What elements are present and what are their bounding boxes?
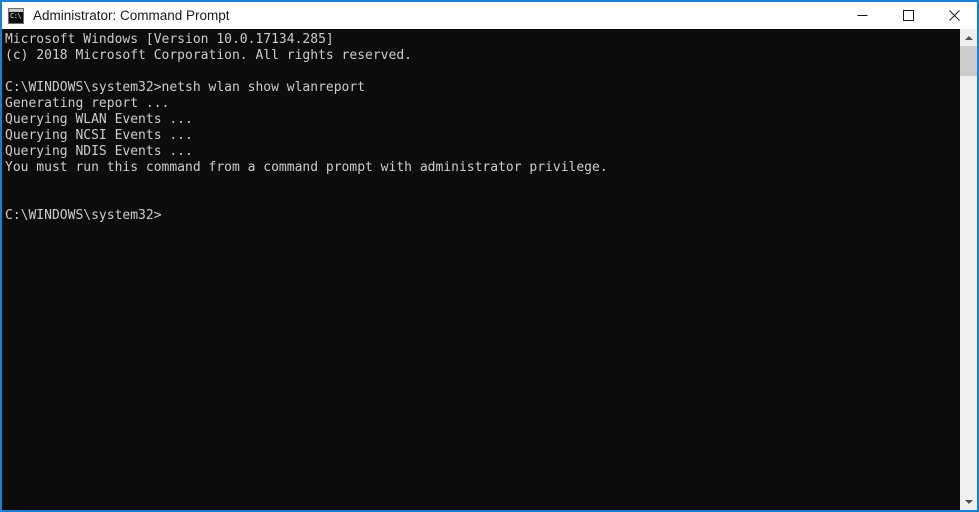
console-line: Querying NCSI Events ... bbox=[5, 128, 193, 143]
cmd-icon-glyph: C:\ bbox=[10, 11, 22, 20]
scrollbar-thumb[interactable] bbox=[960, 46, 977, 76]
close-icon bbox=[948, 10, 960, 21]
minimize-icon bbox=[857, 15, 867, 16]
console-output-area[interactable]: Microsoft Windows [Version 10.0.17134.28… bbox=[2, 29, 960, 510]
console-text: Microsoft Windows [Version 10.0.17134.28… bbox=[5, 32, 960, 224]
vertical-scrollbar[interactable] bbox=[960, 29, 977, 510]
window-controls bbox=[839, 2, 977, 29]
console-line: Microsoft Windows [Version 10.0.17134.28… bbox=[5, 32, 334, 47]
console-line: C:\WINDOWS\system32>netsh wlan show wlan… bbox=[5, 80, 366, 95]
cmd-icon: C:\ bbox=[8, 7, 24, 24]
window-title: Administrator: Command Prompt bbox=[33, 8, 230, 23]
scrollbar-track[interactable] bbox=[960, 46, 977, 493]
window-body: Microsoft Windows [Version 10.0.17134.28… bbox=[2, 29, 977, 510]
command-prompt-window: C:\ Administrator: Command Prompt Micros… bbox=[0, 0, 979, 512]
console-line: Querying NDIS Events ... bbox=[5, 144, 193, 159]
maximize-icon bbox=[902, 10, 914, 21]
scroll-down-button[interactable] bbox=[960, 493, 977, 510]
scroll-up-button[interactable] bbox=[960, 29, 977, 46]
console-line: C:\WINDOWS\system32> bbox=[5, 208, 162, 223]
minimize-button[interactable] bbox=[839, 2, 885, 29]
console-line: You must run this command from a command… bbox=[5, 160, 608, 175]
window-titlebar[interactable]: C:\ Administrator: Command Prompt bbox=[2, 2, 977, 29]
close-button[interactable] bbox=[931, 2, 977, 29]
console-line: Querying WLAN Events ... bbox=[5, 112, 193, 127]
console-line: Generating report ... bbox=[5, 96, 170, 111]
console-line: (c) 2018 Microsoft Corporation. All righ… bbox=[5, 48, 412, 63]
titlebar-left: C:\ Administrator: Command Prompt bbox=[2, 2, 839, 29]
scroll-down-arrow-icon bbox=[964, 499, 973, 504]
scroll-up-arrow-icon bbox=[964, 35, 973, 40]
maximize-button[interactable] bbox=[885, 2, 931, 29]
